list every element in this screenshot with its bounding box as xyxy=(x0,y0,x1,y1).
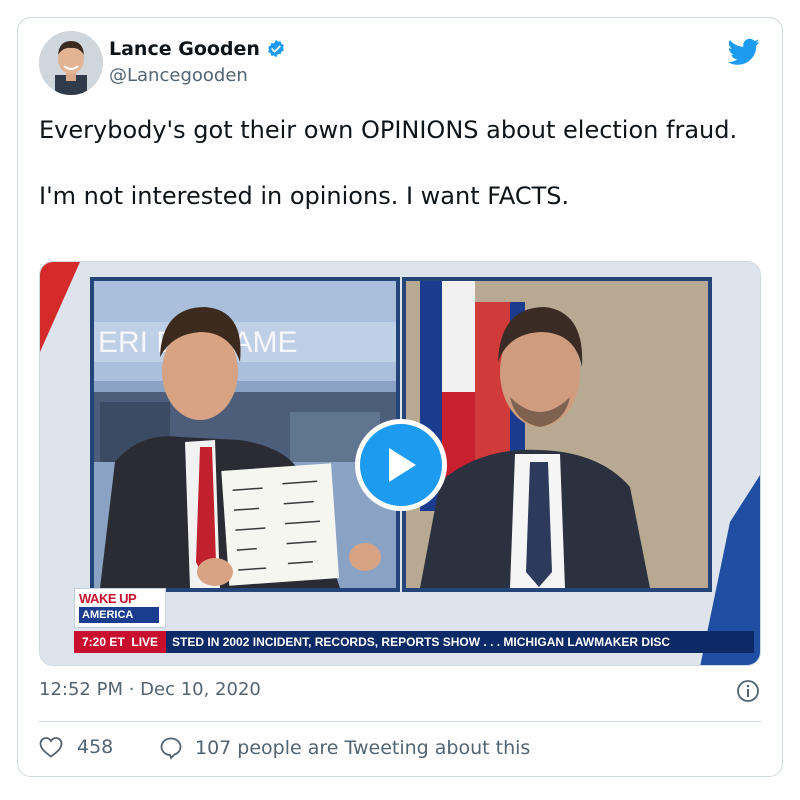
play-icon xyxy=(389,448,416,482)
play-button[interactable] xyxy=(355,419,447,511)
ticker-text: STED IN 2002 INCIDENT, RECORDS, REPORTS … xyxy=(172,635,671,649)
ticker-time: 7:20 ET LIVE xyxy=(74,631,167,653)
info-icon[interactable] xyxy=(736,679,760,703)
ticker-live: LIVE xyxy=(131,635,159,649)
author-handle[interactable]: @Lancegooden xyxy=(109,65,248,86)
like-count: 458 xyxy=(77,736,114,758)
like-button[interactable]: 458 xyxy=(39,736,113,758)
tweet-timestamp[interactable]: 12:52 PM · Dec 10, 2020 xyxy=(39,679,261,700)
twitter-bird-icon[interactable] xyxy=(728,38,760,66)
conversation-link[interactable]: 107 people are Tweeting about this xyxy=(159,736,530,760)
show-logo: WAKE UP AMERICA xyxy=(74,588,166,628)
author-name[interactable]: Lance Gooden xyxy=(109,38,286,60)
tweet-text: Everybody's got their own OPINIONS about… xyxy=(39,116,738,210)
author-name-text[interactable]: Lance Gooden xyxy=(109,38,260,60)
show-logo-line2: AMERICA xyxy=(79,607,159,623)
show-logo-line1: WAKE UP xyxy=(79,591,137,606)
avatar-image xyxy=(39,31,103,95)
speech-bubble-icon[interactable] xyxy=(159,736,183,760)
divider xyxy=(39,721,761,722)
news-ticker: 7:20 ET LIVE STED IN 2002 INCIDENT, RECO… xyxy=(74,631,754,653)
tweet-card[interactable]: Lance Gooden @Lancegooden Everybody's go… xyxy=(17,17,783,777)
heart-icon[interactable] xyxy=(39,736,63,758)
avatar[interactable] xyxy=(39,31,103,95)
video-player[interactable]: ERI E UP AME xyxy=(39,261,761,666)
ticker-time-text: 7:20 ET xyxy=(82,635,125,649)
conversation-text[interactable]: 107 people are Tweeting about this xyxy=(195,737,530,759)
verified-badge-icon xyxy=(268,39,284,58)
